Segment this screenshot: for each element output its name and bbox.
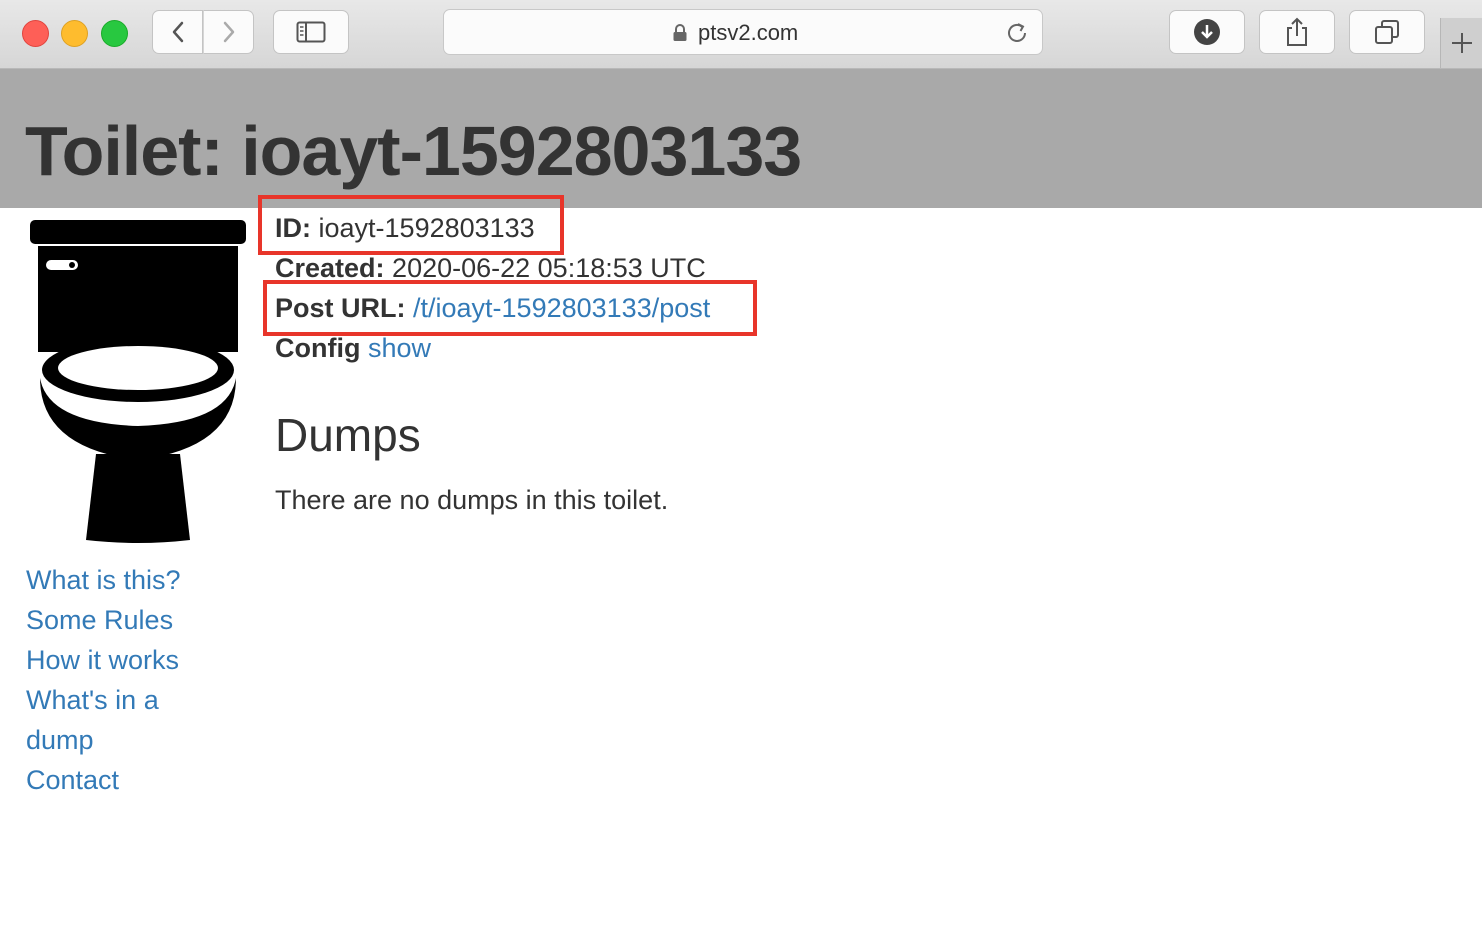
- new-tab-button[interactable]: [1440, 18, 1482, 68]
- zoom-window-button[interactable]: [101, 20, 128, 47]
- created-value: 2020-06-22 05:18:53 UTC: [392, 253, 706, 283]
- download-icon: [1194, 19, 1220, 45]
- link-contact[interactable]: Contact: [26, 760, 226, 800]
- share-button[interactable]: [1259, 10, 1335, 54]
- link-what-is-this[interactable]: What is this?: [26, 560, 226, 600]
- close-window-button[interactable]: [22, 20, 49, 47]
- address-url: ptsv2.com: [698, 20, 799, 45]
- link-whats-in-a-dump-cont[interactable]: dump: [26, 720, 226, 760]
- link-how-it-works[interactable]: How it works: [26, 640, 226, 680]
- tab-overview-button[interactable]: [1349, 10, 1425, 54]
- minimize-window-button[interactable]: [61, 20, 88, 47]
- browser-toolbar: ptsv2.com: [0, 0, 1482, 69]
- page-title: Toilet: ioayt-1592803133: [25, 112, 802, 190]
- dumps-empty-message: There are no dumps in this toilet.: [275, 485, 669, 515]
- chevron-right-icon: [223, 21, 234, 43]
- link-whats-in-a-dump[interactable]: What's in a: [26, 680, 226, 720]
- sidebar-nav: What is this? Some Rules How it works Wh…: [26, 560, 226, 800]
- toilet-icon: [30, 220, 246, 543]
- share-icon: [1287, 17, 1307, 46]
- link-some-rules[interactable]: Some Rules: [26, 600, 226, 640]
- back-button[interactable]: [152, 10, 203, 54]
- created-label: Created:: [275, 253, 385, 283]
- config-show-link[interactable]: show: [368, 333, 431, 363]
- chevron-left-icon: [172, 21, 183, 43]
- address-bar[interactable]: ptsv2.com: [443, 9, 1043, 55]
- reload-icon[interactable]: [1004, 20, 1030, 46]
- plus-icon: [1451, 33, 1472, 53]
- forward-button[interactable]: [203, 10, 254, 54]
- sidebar-toggle-button[interactable]: [273, 10, 349, 54]
- lock-icon: [673, 24, 687, 41]
- id-highlight-box: [258, 195, 564, 255]
- config-label: Config: [275, 333, 361, 363]
- tabs-icon: [1375, 20, 1399, 44]
- downloads-button[interactable]: [1169, 10, 1245, 54]
- post-url-highlight-box: [263, 280, 757, 336]
- dumps-heading: Dumps: [275, 409, 421, 461]
- sidebar-icon: [296, 21, 326, 43]
